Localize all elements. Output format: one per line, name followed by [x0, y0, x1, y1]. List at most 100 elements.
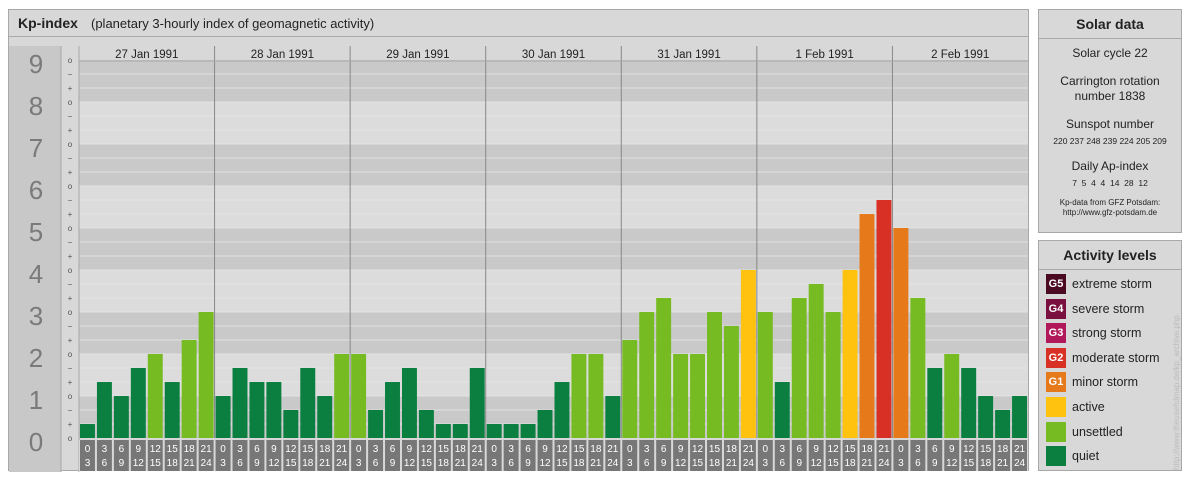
y-minor-label: + — [68, 378, 73, 387]
data-source-link[interactable]: http://www.gfz-potsdam.de — [1039, 208, 1181, 218]
legend-swatch — [1046, 421, 1066, 442]
kp-bar — [215, 396, 231, 438]
y-minor-label: o — [68, 224, 73, 233]
kp-bar — [113, 396, 129, 438]
kp-bar — [808, 283, 824, 438]
interval-end-label: 15 — [828, 458, 840, 469]
legend-swatch: G1 — [1046, 372, 1066, 393]
kp-bar — [147, 354, 163, 438]
kp-bar — [673, 354, 689, 438]
interval-start-label: 3 — [237, 444, 243, 455]
interval-start-label: 3 — [508, 444, 514, 455]
activity-levels-panel: Activity levels G5 extreme storm G4 severe … — [1038, 240, 1182, 471]
interval-start-label: 3 — [779, 444, 785, 455]
kp-bar — [435, 424, 451, 438]
kp-bar — [198, 312, 214, 438]
kp-bar — [130, 367, 146, 438]
kp-bar — [910, 298, 926, 438]
kp-bar — [944, 354, 960, 438]
legend-label: active — [1072, 400, 1105, 414]
legend-swatch: G3 — [1046, 323, 1066, 344]
interval-start-label: 12 — [285, 444, 297, 455]
carrington-line2: number 1838 — [1074, 89, 1146, 103]
legend-label: severe storm — [1072, 301, 1145, 316]
solar-cycle: Solar cycle 22 — [1072, 46, 1148, 60]
interval-end-label: 24 — [201, 458, 213, 469]
kp-chart-panel: Kp-index (planetary 3-hourly index of ge… — [8, 9, 1029, 472]
interval-start-label: 9 — [813, 444, 819, 455]
y-minor-label: − — [68, 280, 73, 289]
interval-end-label: 3 — [85, 458, 91, 469]
interval-end-label: 18 — [438, 458, 450, 469]
interval-end-label: 15 — [692, 458, 704, 469]
kp-bar — [740, 270, 756, 438]
interval-start-label: 15 — [438, 444, 450, 455]
kp-bar — [893, 228, 909, 438]
ap-heading: Daily Ap-index — [1071, 159, 1149, 173]
interval-start-label: 9 — [542, 444, 548, 455]
kp-band — [79, 60, 1028, 102]
y-tick-label: 1 — [29, 385, 43, 415]
y-minor-label: − — [68, 238, 73, 247]
kp-bar — [961, 367, 977, 438]
kp-bar — [1012, 396, 1027, 438]
interval-start-label: 6 — [796, 444, 802, 455]
y-minor-label: − — [68, 70, 73, 79]
kp-bar — [690, 354, 706, 438]
interval-start-label: 9 — [136, 444, 142, 455]
y-minor-label: − — [68, 112, 73, 121]
kp-bar — [181, 340, 197, 438]
interval-end-label: 21 — [319, 458, 331, 469]
kp-bar — [791, 298, 807, 438]
interval-start-label: 18 — [319, 444, 331, 455]
interval-start-label: 21 — [472, 444, 484, 455]
interval-start-label: 0 — [898, 444, 904, 455]
legend-label: extreme storm — [1072, 277, 1152, 291]
activity-levels-heading: Activity levels — [1039, 241, 1181, 270]
interval-start-label: 12 — [556, 444, 568, 455]
interval-end-label: 12 — [404, 458, 416, 469]
interval-end-label: 6 — [915, 458, 921, 469]
interval-start-label: 9 — [949, 444, 955, 455]
interval-end-label: 3 — [763, 458, 769, 469]
interval-start-label: 18 — [861, 444, 873, 455]
kp-bar — [452, 424, 468, 438]
legend-swatch: G4 — [1046, 298, 1066, 319]
interval-end-label: 21 — [455, 458, 467, 469]
y-minor-label: − — [68, 196, 73, 205]
interval-start-label: 18 — [455, 444, 467, 455]
kp-bar — [639, 312, 655, 438]
interval-start-label: 12 — [421, 444, 433, 455]
interval-start-label: 15 — [302, 444, 314, 455]
interval-start-label: 18 — [997, 444, 1009, 455]
interval-start-label: 18 — [184, 444, 196, 455]
interval-start-label: 15 — [167, 444, 179, 455]
y-tick-label: 0 — [29, 427, 43, 457]
kp-bar — [842, 270, 858, 438]
kp-bar — [164, 382, 180, 438]
interval-end-label: 21 — [997, 458, 1009, 469]
solar-data-heading: Solar data — [1039, 10, 1181, 39]
y-minor-label: + — [68, 336, 73, 345]
interval-start-label: 0 — [220, 444, 226, 455]
interval-start-label: 9 — [407, 444, 413, 455]
interval-end-label: 12 — [811, 458, 823, 469]
interval-end-label: 3 — [627, 458, 633, 469]
kp-bar — [96, 382, 112, 438]
interval-start-label: 21 — [743, 444, 755, 455]
kp-bar — [266, 382, 282, 438]
y-minor-label: + — [68, 420, 73, 429]
interval-start-label: 3 — [373, 444, 379, 455]
interval-end-label: 6 — [508, 458, 514, 469]
sunspot-values: 220 237 248 239 224 205 209 — [1053, 136, 1167, 146]
y-minor-label: − — [68, 322, 73, 331]
interval-end-label: 6 — [644, 458, 650, 469]
kp-bar — [520, 424, 536, 438]
interval-end-label: 12 — [675, 458, 687, 469]
interval-end-label: 15 — [963, 458, 975, 469]
interval-end-label: 24 — [743, 458, 755, 469]
interval-end-label: 9 — [661, 458, 667, 469]
y-tick-label: 6 — [29, 175, 43, 205]
interval-end-label: 3 — [898, 458, 904, 469]
kp-bar — [707, 312, 722, 438]
